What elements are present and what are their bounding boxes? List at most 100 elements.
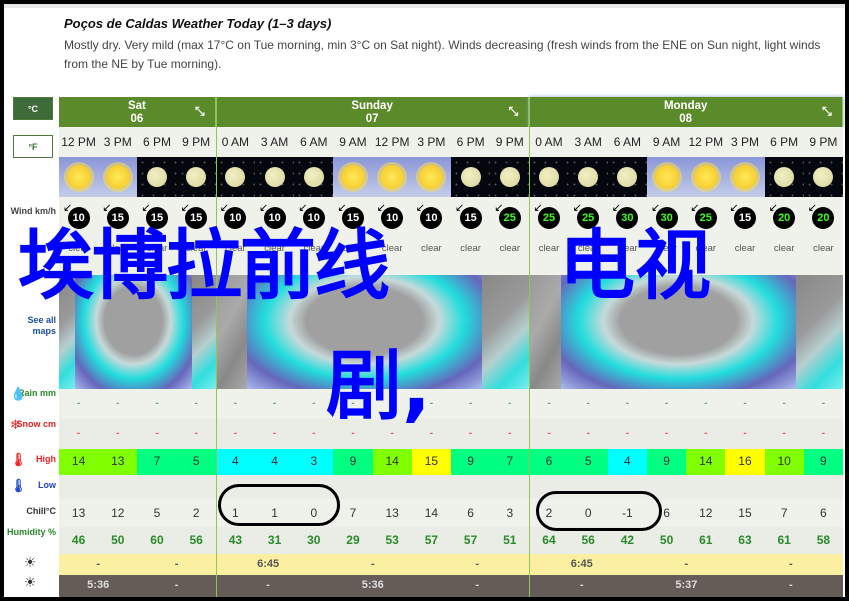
- sunrise-cell: 6:45: [215, 554, 321, 575]
- sunset-icon: ☀: [23, 574, 37, 590]
- sky-day-cell: [372, 157, 412, 197]
- time-cell: 9 AM: [647, 127, 687, 157]
- time-cell: 3 AM: [568, 127, 608, 157]
- sunset-cell: -: [529, 575, 635, 597]
- humidity-cell: 43: [215, 527, 255, 554]
- snow-label: ❄ Snow cm: [10, 417, 56, 432]
- rain-cell: -: [255, 389, 295, 419]
- collapse-icon[interactable]: ⤡: [820, 104, 834, 118]
- low-temp-cell: [686, 475, 726, 499]
- day-header[interactable]: Sunday 07 ⤡: [215, 97, 530, 127]
- sky-night-cell: [176, 157, 216, 197]
- see-all-maps-link[interactable]: See all maps: [4, 315, 58, 337]
- chill-cell: 12: [98, 499, 138, 527]
- sky-day-cell: [333, 157, 373, 197]
- day-header[interactable]: Sat 06 ⤡: [59, 97, 216, 127]
- overlay-text-line2: 电视: [559, 221, 711, 310]
- sky-day-cell: [411, 157, 451, 197]
- high-temp-cell: 9: [647, 449, 687, 475]
- low-temp-cell: [725, 475, 765, 499]
- low-label: 🌡 Low: [10, 478, 56, 493]
- snow-cell: -: [647, 419, 687, 449]
- sun-icon: [105, 165, 130, 189]
- low-temp-cell: [59, 475, 99, 499]
- high-temp-cell: 16: [725, 449, 765, 475]
- thermometer-hot-icon: 🌡: [10, 452, 27, 467]
- humidity-cell: 42: [607, 527, 647, 554]
- humidity-cell: 61: [686, 527, 726, 554]
- sun-icon: [66, 165, 91, 189]
- rain-cell: -: [568, 389, 608, 419]
- weather-desc: clear: [460, 243, 481, 254]
- sunset-cell: -: [738, 575, 843, 597]
- sky-day-cell: [686, 157, 726, 197]
- sunrise-cell: -: [425, 554, 530, 575]
- moon-icon: [617, 167, 638, 187]
- weather-map-tile[interactable]: [795, 275, 843, 389]
- high-temp-cell: 4: [255, 449, 295, 475]
- sunrise-cell: 6:45: [529, 554, 635, 575]
- rain-cell: -: [137, 389, 177, 419]
- sunrise-cell: -: [59, 554, 138, 575]
- sky-night-cell: [529, 157, 569, 197]
- high-temp-cell: 9: [333, 449, 373, 475]
- snow-cell: -: [803, 419, 843, 449]
- weather-desc: clear: [734, 243, 756, 254]
- wind-speed: 10: [420, 207, 443, 229]
- snow-cell: -: [255, 419, 295, 449]
- sunrise-cell: -: [137, 554, 216, 575]
- sunrise-cell: -: [738, 554, 843, 575]
- time-cell: 0 AM: [215, 127, 255, 157]
- high-temp-cell: 14: [686, 449, 726, 475]
- sunrise-row: - -6:45- -6:45- -: [59, 554, 845, 575]
- wind-speed: 20: [812, 207, 835, 229]
- humidity-cell: 50: [98, 527, 138, 554]
- sky-night-cell: [803, 157, 843, 197]
- moon-icon: [774, 167, 795, 187]
- sunset-cell: 5:36: [59, 575, 138, 597]
- weather-map-tile[interactable]: [529, 275, 561, 389]
- rain-cell: -: [529, 389, 569, 419]
- chill-cell: 2: [176, 499, 216, 527]
- low-temp-cell: [98, 475, 138, 499]
- time-cell: 9 PM: [490, 127, 530, 157]
- overlay-text-line1: 埃博拉前线: [18, 221, 390, 310]
- time-cell: 9 PM: [803, 127, 843, 157]
- time-cell: 6 PM: [137, 127, 177, 157]
- snow-cell: -: [490, 419, 530, 449]
- wind-speed: 25: [537, 207, 560, 229]
- moon-icon: [303, 167, 324, 187]
- sun-icon: [380, 165, 405, 189]
- humidity-cell: 64: [529, 527, 569, 554]
- humidity-cell: 29: [333, 527, 373, 554]
- snow-cell: -: [98, 419, 138, 449]
- snow-cell: -: [529, 419, 569, 449]
- moon-icon: [813, 167, 834, 187]
- celsius-button[interactable]: °C: [13, 97, 53, 120]
- moon-icon: [578, 167, 599, 187]
- low-row: [59, 475, 845, 499]
- high-row: 14 13 7 5 4 4 3 9 14 15 9 7 6 5 4 9 14 16 10 9: [59, 449, 845, 475]
- page-title: Poços de Caldas Weather Today (1–3 days): [64, 16, 332, 31]
- fahrenheit-button[interactable]: °F: [13, 135, 53, 158]
- chill-row: 13 12 5 2 1 1 0 7 13 14 6 3 2 0 -1 6 12 15 7 6: [59, 499, 845, 527]
- weather-map-tile[interactable]: [482, 275, 530, 389]
- sunrise-icon: ☀: [23, 554, 37, 570]
- humidity-cell: 56: [176, 527, 216, 554]
- wind-speed: 25: [498, 207, 521, 229]
- weather-desc: clear: [421, 243, 442, 254]
- high-temp-cell: 5: [176, 449, 216, 475]
- low-temp-cell: [333, 475, 373, 499]
- humidity-label: Humidity %: [6, 527, 56, 537]
- weather-desc: clear: [499, 243, 521, 254]
- day-header[interactable]: Monday 08 ⤡: [529, 97, 843, 127]
- sky-night-cell: [215, 157, 255, 197]
- rain-cell: -: [803, 389, 843, 419]
- low-temp-cell: [764, 475, 804, 499]
- snow-cell: -: [451, 419, 491, 449]
- snow-cell: -: [764, 419, 804, 449]
- time-cell: 9 PM: [176, 127, 216, 157]
- collapse-icon[interactable]: ⤡: [506, 104, 520, 118]
- collapse-icon[interactable]: ⤡: [193, 104, 207, 118]
- humidity-cell: 51: [490, 527, 530, 554]
